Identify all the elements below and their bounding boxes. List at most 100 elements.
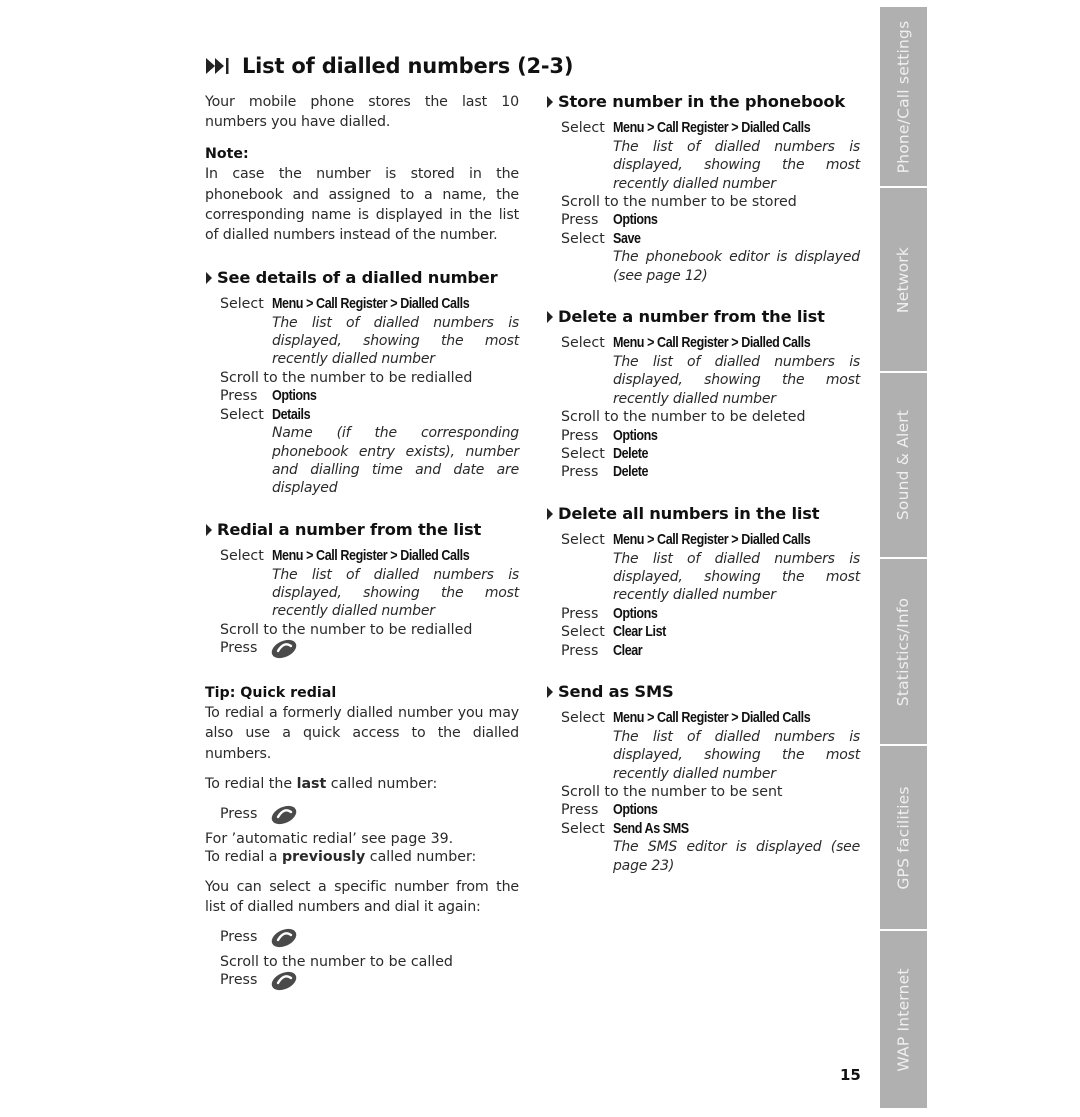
step: Select Send As SMS (561, 820, 860, 838)
step: Select Menu > Call Register > Dialled Cal… (220, 295, 519, 313)
section-delete-one-steps: Select Menu > Call Register > Dialled Cal… (561, 334, 860, 481)
tab-network[interactable]: Network (880, 188, 927, 371)
step-verb: Press (561, 464, 599, 481)
step-verb: Press (220, 640, 258, 657)
intro-text: Your mobile phone stores the last 10 num… (205, 94, 519, 131)
scroll-instruction: Scroll to the number to be redialled (220, 621, 473, 638)
step-verb: Select (561, 532, 605, 549)
triangle-bullet-icon (547, 311, 553, 324)
scroll-instruction: Scroll to the number to be deleted (561, 409, 806, 426)
section-title-text: See details of a dialled number (217, 267, 498, 287)
tab-label: GPS facilities (894, 785, 913, 890)
step: Press Options (561, 427, 860, 445)
step: Press Delete (561, 463, 860, 481)
menu-option: Delete (613, 445, 649, 462)
step-verb: Press (220, 928, 258, 945)
section-delete-one-title: Delete a number from the list (546, 307, 860, 327)
step: Press Options (561, 605, 860, 623)
step-description: The phonebook editor is displayed (see p… (613, 249, 860, 284)
step-description: The list of dialled numbers is displayed… (613, 138, 860, 192)
step: Select Details (220, 406, 519, 424)
call-key-icon (270, 805, 298, 830)
tab-gps-facilities[interactable]: GPS facilities (880, 746, 927, 929)
section-title-text: Delete a number from the list (558, 307, 825, 327)
section-send-sms-title: Send as SMS (546, 682, 860, 702)
redial-previous-text: To redial a previously called number: (205, 848, 519, 866)
menu-option: Save (613, 230, 641, 247)
step-verb: Press (561, 642, 599, 659)
softkey-label: Options (613, 605, 658, 622)
section-redial-title: Redial a number from the list (205, 520, 519, 540)
step-verb: Select (220, 548, 264, 565)
scroll-instruction: Scroll to the number to be called (220, 954, 453, 971)
menu-path: Menu > Call Register > Dialled Calls (613, 532, 811, 549)
menu-path: Menu > Call Register > Dialled Calls (272, 296, 470, 313)
tab-statistics-info[interactable]: Statistics/Info (880, 559, 927, 744)
step-description: The list of dialled numbers is displayed… (613, 728, 860, 782)
menu-path: Menu > Call Register > Dialled Calls (613, 710, 811, 727)
triangle-bullet-icon (206, 272, 212, 285)
step: Press Options (561, 801, 860, 819)
step: Select Menu > Call Register > Dialled Cal… (220, 547, 519, 565)
step: Select Save (561, 230, 860, 248)
menu-path: Menu > Call Register > Dialled Calls (613, 120, 811, 137)
section-see-details-steps: Select Menu > Call Register > Dialled Cal… (220, 295, 519, 497)
tab-phone-call-settings[interactable]: Phone/Call settings (880, 7, 927, 186)
tab-label: Network (894, 246, 913, 313)
step: Press Options (561, 211, 860, 229)
step-description: The list of dialled numbers is displayed… (613, 353, 860, 407)
step-verb: Press (561, 427, 599, 444)
note-text: In case the number is stored in the phon… (205, 166, 519, 244)
step-verb: Select (561, 335, 605, 352)
step-verb: Press (561, 802, 599, 819)
menu-option: Clear List (613, 624, 666, 641)
step-verb: Select (561, 445, 605, 462)
step-verb: Press (561, 605, 599, 622)
step-verb: Press (220, 388, 258, 405)
triangle-bullet-icon (547, 507, 553, 520)
automatic-redial-text: For ’automatic redial’ see page 39. (205, 831, 454, 847)
section-title-text: Redial a number from the list (217, 519, 482, 539)
text-fragment: To redial a (205, 849, 282, 866)
section-title-text: Delete all numbers in the list (558, 503, 820, 523)
section-title-text: Send as SMS (558, 681, 674, 701)
quick-redial-press: Press (220, 805, 519, 830)
scroll-instruction: Scroll to the number to be sent (561, 784, 783, 800)
tab-wap-internet[interactable]: WAP Internet (880, 931, 927, 1108)
page-title-text: List of dialled numbers (2-3) (242, 54, 574, 78)
select-specific-steps: Press Scroll to the number to be called … (220, 928, 519, 997)
step: Press Clear (561, 642, 860, 660)
step: Select Menu > Call Register > Dialled Cal… (561, 709, 860, 727)
emphasis-previously: previously (282, 849, 366, 866)
step: Press (220, 805, 519, 830)
text-fragment: called number: (326, 776, 438, 793)
step: Select Clear List (561, 623, 860, 641)
step-verb: Press (561, 212, 599, 229)
fast-forward-end-icon (206, 57, 230, 75)
left-column: Your mobile phone stores the last 10 num… (205, 92, 519, 997)
step-verb: Select (561, 820, 605, 837)
softkey-label: Options (613, 427, 658, 444)
triangle-bullet-icon (547, 96, 553, 109)
section-title-text: Store number in the phonebook (558, 92, 846, 111)
tab-sound-alert[interactable]: Sound & Alert (880, 373, 927, 557)
text-fragment: To redial the (205, 776, 297, 793)
step-description: The list of dialled numbers is displayed… (272, 314, 519, 368)
tip-label: Tip: Quick redial (205, 684, 337, 701)
softkey-label: Options (613, 212, 658, 229)
step: Select Delete (561, 445, 860, 463)
section-redial-steps: Select Menu > Call Register > Dialled Cal… (220, 547, 519, 664)
scroll-instruction: Scroll to the number to be redialled (220, 369, 473, 386)
step-verb: Select (561, 624, 605, 641)
section-see-details-title: See details of a dialled number (205, 268, 519, 288)
text-fragment: called number: (365, 849, 477, 866)
step: Press (220, 639, 519, 664)
tab-label: Sound & Alert (894, 409, 913, 521)
step-description: The SMS editor is displayed (see page 23… (613, 839, 860, 874)
softkey-label: Delete (613, 464, 649, 481)
step-description: The list of dialled numbers is displayed… (272, 566, 519, 620)
step: Press Options (220, 387, 519, 405)
scroll-instruction: Scroll to the number to be stored (561, 194, 797, 211)
softkey-label: Options (272, 388, 317, 405)
step-verb: Press (220, 972, 258, 989)
